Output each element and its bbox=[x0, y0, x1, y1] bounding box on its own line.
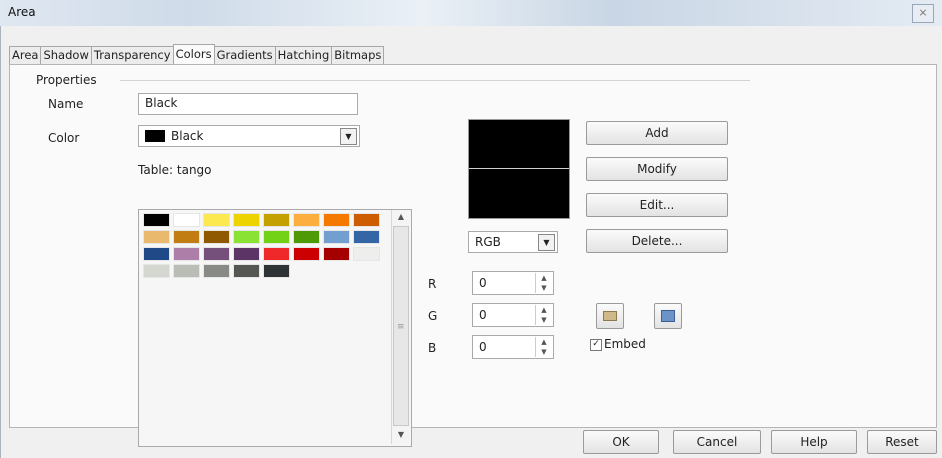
spin-down-icon[interactable]: ▼ bbox=[541, 284, 546, 292]
palette-swatch[interactable] bbox=[293, 247, 320, 261]
palette-scrollbar[interactable]: ▲ ≡ ▼ bbox=[391, 210, 410, 444]
window-title: Area bbox=[8, 5, 36, 19]
preview-divider bbox=[469, 168, 569, 169]
palette-swatch[interactable] bbox=[323, 247, 350, 261]
color-palette[interactable]: ▲ ≡ ▼ bbox=[138, 209, 412, 447]
tab-shadow[interactable]: Shadow bbox=[40, 46, 92, 64]
palette-swatch[interactable] bbox=[173, 247, 200, 261]
tab-gradients[interactable]: Gradients bbox=[213, 46, 276, 64]
color-dropdown-value: Black bbox=[171, 129, 204, 143]
g-label: G bbox=[428, 309, 438, 323]
title-bar: Area ⨯ bbox=[0, 0, 942, 27]
spin-up-icon[interactable]: ▲ bbox=[541, 306, 546, 314]
tab-hatching[interactable]: Hatching bbox=[274, 46, 333, 64]
spin-arrows-icon[interactable]: ▲ ▼ bbox=[535, 273, 552, 293]
color-model-value: RGB bbox=[475, 235, 501, 249]
palette-swatch[interactable] bbox=[263, 213, 290, 227]
palette-swatch[interactable] bbox=[263, 247, 290, 261]
load-color-table-button[interactable] bbox=[596, 303, 624, 329]
properties-group-label: Properties bbox=[36, 73, 97, 87]
embed-checkbox[interactable]: ✓ bbox=[590, 339, 602, 351]
scroll-up-icon[interactable]: ▲ bbox=[392, 212, 410, 221]
name-label: Name bbox=[48, 97, 84, 111]
palette-swatch[interactable] bbox=[263, 230, 290, 244]
edit-button[interactable]: Edit... bbox=[586, 193, 728, 217]
help-button[interactable]: Help bbox=[771, 430, 857, 454]
palette-swatch[interactable] bbox=[173, 264, 200, 278]
spin-up-icon[interactable]: ▲ bbox=[541, 274, 546, 282]
palette-swatch[interactable] bbox=[203, 264, 230, 278]
r-spinbox[interactable]: 0 ▲ ▼ bbox=[472, 271, 554, 295]
cancel-button[interactable]: Cancel bbox=[673, 430, 761, 454]
palette-swatch[interactable] bbox=[353, 247, 380, 261]
palette-swatch[interactable] bbox=[323, 213, 350, 227]
spin-down-icon[interactable]: ▼ bbox=[541, 348, 546, 356]
tab-bitmaps[interactable]: Bitmaps bbox=[331, 46, 385, 64]
colors-panel: Properties Name Black Color Black ▼ Tabl… bbox=[9, 64, 937, 447]
tab-area[interactable]: Area bbox=[9, 46, 42, 64]
footer-buttons: OK Cancel Help Reset bbox=[1, 426, 942, 458]
tab-bar: Area Shadow Transparency Colors Gradient… bbox=[9, 44, 385, 65]
ok-button[interactable]: OK bbox=[583, 430, 659, 454]
reset-button[interactable]: Reset bbox=[867, 430, 937, 454]
name-field[interactable]: Black bbox=[138, 93, 358, 115]
palette-swatch[interactable] bbox=[293, 230, 320, 244]
modify-button[interactable]: Modify bbox=[586, 157, 728, 181]
palette-swatch[interactable] bbox=[353, 230, 380, 244]
b-label: B bbox=[428, 341, 437, 355]
grip-icon: ≡ bbox=[397, 322, 405, 332]
color-dropdown[interactable]: Black ▼ bbox=[138, 125, 360, 147]
b-spinbox[interactable]: 0 ▲ ▼ bbox=[472, 335, 554, 359]
color-model-dropdown[interactable]: RGB ▼ bbox=[468, 231, 558, 253]
palette-swatch[interactable] bbox=[233, 264, 260, 278]
palette-swatch[interactable] bbox=[233, 213, 260, 227]
r-label: R bbox=[428, 277, 437, 291]
color-swatch bbox=[145, 130, 165, 142]
group-divider bbox=[120, 80, 750, 81]
palette-swatch[interactable] bbox=[203, 213, 230, 227]
r-value: 0 bbox=[479, 276, 487, 290]
folder-icon bbox=[603, 311, 617, 321]
add-button[interactable]: Add bbox=[586, 121, 728, 145]
palette-swatch[interactable] bbox=[143, 230, 170, 244]
g-value: 0 bbox=[479, 308, 487, 322]
tab-transparency[interactable]: Transparency bbox=[90, 46, 174, 64]
spin-arrows-icon[interactable]: ▲ ▼ bbox=[535, 305, 552, 325]
color-label: Color bbox=[48, 131, 80, 145]
spin-up-icon[interactable]: ▲ bbox=[541, 338, 546, 346]
palette-swatch[interactable] bbox=[233, 247, 260, 261]
chevron-down-icon[interactable]: ▼ bbox=[340, 128, 357, 145]
tab-colors[interactable]: Colors bbox=[172, 44, 215, 65]
palette-swatch[interactable] bbox=[233, 230, 260, 244]
spin-down-icon[interactable]: ▼ bbox=[541, 316, 546, 324]
table-label: Table: tango bbox=[138, 163, 212, 177]
embed-label: Embed bbox=[604, 337, 646, 351]
color-preview bbox=[468, 119, 570, 219]
palette-swatch[interactable] bbox=[203, 247, 230, 261]
spin-arrows-icon[interactable]: ▲ ▼ bbox=[535, 337, 552, 357]
palette-swatch[interactable] bbox=[263, 264, 290, 278]
save-color-table-button[interactable] bbox=[654, 303, 682, 329]
palette-swatch[interactable] bbox=[323, 230, 350, 244]
palette-swatch[interactable] bbox=[143, 264, 170, 278]
g-spinbox[interactable]: 0 ▲ ▼ bbox=[472, 303, 554, 327]
area-dialog: Area Shadow Transparency Colors Gradient… bbox=[0, 26, 942, 458]
palette-swatch[interactable] bbox=[143, 247, 170, 261]
palette-swatch[interactable] bbox=[293, 213, 320, 227]
chevron-down-icon[interactable]: ▼ bbox=[538, 234, 555, 251]
palette-swatch[interactable] bbox=[353, 213, 380, 227]
palette-swatch[interactable] bbox=[173, 230, 200, 244]
palette-swatch[interactable] bbox=[143, 213, 170, 227]
palette-swatch[interactable] bbox=[203, 230, 230, 244]
palette-swatch[interactable] bbox=[173, 213, 200, 227]
delete-button[interactable]: Delete... bbox=[586, 229, 728, 253]
save-table-icon bbox=[661, 310, 675, 322]
close-icon[interactable]: ⨯ bbox=[912, 4, 934, 23]
b-value: 0 bbox=[479, 340, 487, 354]
